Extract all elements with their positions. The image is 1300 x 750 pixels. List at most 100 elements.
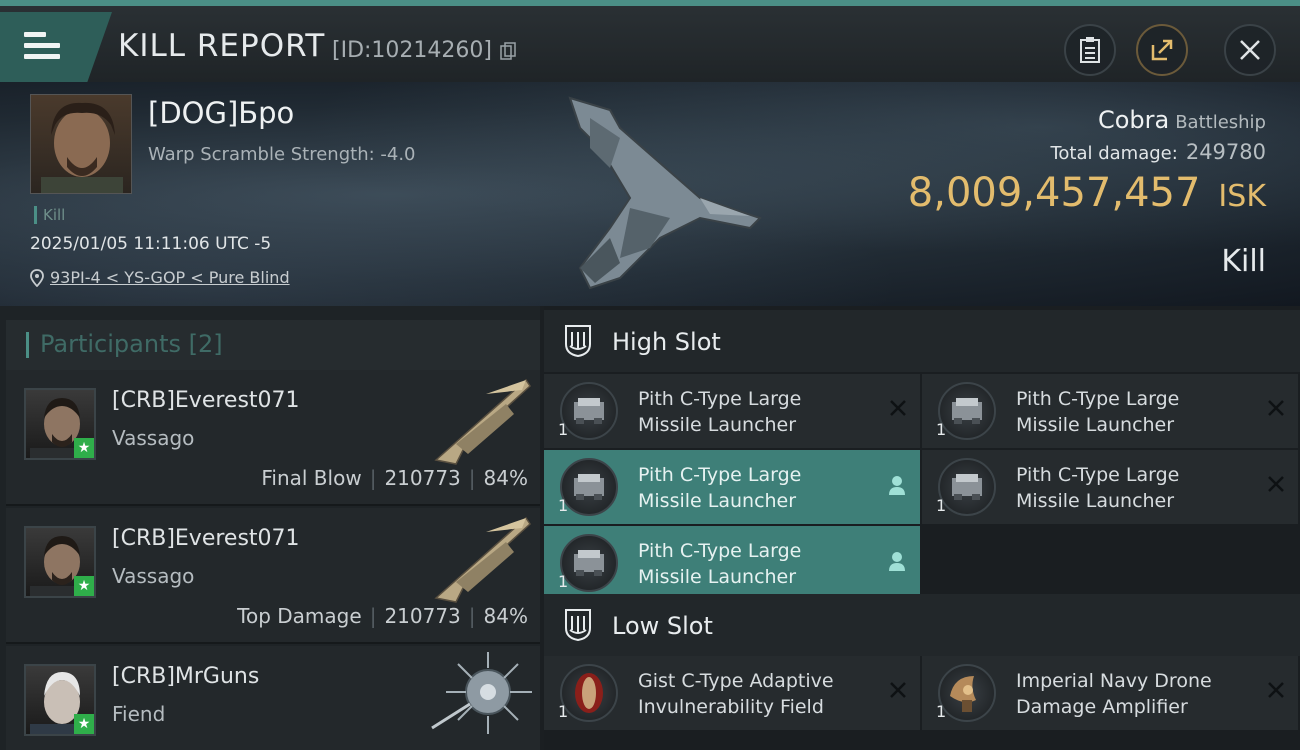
participant-avatar: ★ [24,664,96,736]
module-item[interactable]: 1 Pith C-Type Large Missile Launcher [922,374,1298,448]
stats-divider: | [369,604,377,628]
module-quantity: 1 [558,420,569,439]
location-pin-icon [30,268,44,287]
isk-unit: ISK [1218,179,1266,214]
low-slot-icon [565,609,591,642]
page-title: KILL REPORT [118,28,326,64]
module-name: Pith C-Type Large Missile Launcher [638,464,802,512]
star-badge-icon: ★ [74,438,94,458]
invulnerability-field-icon [560,664,618,722]
menu-button[interactable] [0,12,112,82]
stats-divider: | [468,466,476,490]
participants-header[interactable]: Participants [2] [6,320,540,372]
module-quantity: 1 [936,702,947,721]
dropped-person-icon [889,552,905,571]
destroyed-x-icon [1268,400,1284,416]
destroyed-x-icon [1268,476,1284,492]
participant-role: Final Blow [261,466,362,490]
module-item[interactable]: 1 Pith C-Type Large Missile Launcher [544,526,920,600]
destroyed-x-icon [890,400,906,416]
module-item[interactable]: 1 Imperial Navy Drone Damage Amplifier [922,656,1298,730]
warp-scramble-strength: Warp Scramble Strength: -4.0 [148,144,416,165]
participant-name: [CRB]Everest071 [112,526,300,551]
high-slot-label: High Slot [612,328,721,356]
destroyed-x-icon [1268,682,1284,698]
missile-launcher-icon [938,458,996,516]
stats-divider: | [468,604,476,628]
low-slot-label: Low Slot [612,612,713,640]
missile-launcher-icon [560,534,618,592]
module-name: Gist C-Type Adaptive Invulnerability Fie… [638,670,834,718]
participant-avatar: ★ [24,526,96,598]
destroyed-x-icon [890,682,906,698]
high-slot-header[interactable]: High Slot [544,310,1300,372]
module-quantity: 1 [558,496,569,515]
participants-title: Participants [2] [40,330,223,358]
module-name: Pith C-Type Large Missile Launcher [1016,388,1180,436]
missile-launcher-icon [560,382,618,440]
drone-damage-amplifier-icon [938,664,996,722]
module-quantity: 1 [936,496,947,515]
share-button[interactable] [1136,24,1188,76]
copy-icon[interactable] [500,42,516,60]
top-bar: KILL REPORT [ID:10214260] [0,0,1300,82]
participant-ship-image [434,378,531,465]
ship-name: Cobra [1097,106,1170,134]
close-icon [1240,40,1260,60]
participant-stats: Final Blow | 210773 | 84% [261,466,528,490]
module-quantity: 1 [936,420,947,439]
module-quantity: 1 [558,572,569,591]
module-item[interactable]: 1 Gist C-Type Adaptive Invulnerability F… [544,656,920,730]
participant-name: [CRB]Everest071 [112,388,300,413]
low-slot-header[interactable]: Low Slot [544,594,1300,656]
clipboard-icon [1080,37,1100,63]
participant-percent: 84% [483,466,528,490]
stats-divider: | [369,466,377,490]
participant-row[interactable]: ★ [CRB]Everest071 Vassago Final Blow | 210… [6,370,540,506]
module-name: Pith C-Type Large Missile Launcher [638,540,802,588]
victim-panel: [DOG]Бро Warp Scramble Strength: -4.0 Ki… [0,82,1300,306]
total-damage-label: Total damage: [1050,143,1178,164]
kill-location-link[interactable]: 93PI-4 < YS-GOP < Pure Blind [30,268,290,287]
close-button[interactable] [1224,24,1276,76]
participant-percent: 84% [483,604,528,628]
high-slot-icon [565,325,591,358]
participant-ship-image [431,652,532,734]
share-icon [1151,39,1173,61]
star-badge-icon: ★ [74,576,94,596]
victim-avatar[interactable] [30,94,132,194]
participant-stats: Top Damage | 210773 | 84% [237,604,528,628]
missile-launcher-icon [560,458,618,516]
module-item[interactable]: 1 Pith C-Type Large Missile Launcher [544,450,920,524]
kill-datetime: 2025/01/05 11:11:06 UTC -5 [30,234,272,254]
participant-damage: 210773 [384,466,461,490]
participants-header-bar [26,332,29,358]
participant-ship: Vassago [112,564,195,588]
missile-launcher-icon [938,382,996,440]
participant-avatar: ★ [24,388,96,460]
module-name: Imperial Navy Drone Damage Amplifier [1016,670,1212,718]
participant-ship-image [434,516,531,603]
isk-amount: 8,009,457,457 [907,170,1201,216]
clipboard-button[interactable] [1064,24,1116,76]
participant-ship: Fiend [112,702,166,726]
total-damage-value: 249780 [1185,140,1266,164]
report-id: [ID:10214260] [332,38,492,63]
total-damage: Total damage: 249780 [1050,140,1266,164]
hamburger-menu-icon [24,32,60,60]
victim-name: [DOG]Бро [148,96,295,130]
victim-ship-image[interactable] [550,88,770,302]
star-badge-icon: ★ [74,714,94,734]
participant-damage: 210773 [384,604,461,628]
module-item[interactable]: 1 Pith C-Type Large Missile Launcher [922,450,1298,524]
participant-ship: Vassago [112,426,195,450]
module-name: Pith C-Type Large Missile Launcher [1016,464,1180,512]
participant-row[interactable]: ★ [CRB]Everest071 Vassago Top Damage | 210… [6,508,540,644]
participant-name: [CRB]MrGuns [112,664,260,689]
victim-ship: Cobra Battleship [1098,106,1266,134]
participant-row[interactable]: ★ [CRB]MrGuns Fiend [6,646,540,750]
ship-class: Battleship [1175,112,1266,133]
module-name: Pith C-Type Large Missile Launcher [638,388,802,436]
module-item[interactable]: 1 Pith C-Type Large Missile Launcher [544,374,920,448]
result-label: Kill [1221,244,1266,279]
